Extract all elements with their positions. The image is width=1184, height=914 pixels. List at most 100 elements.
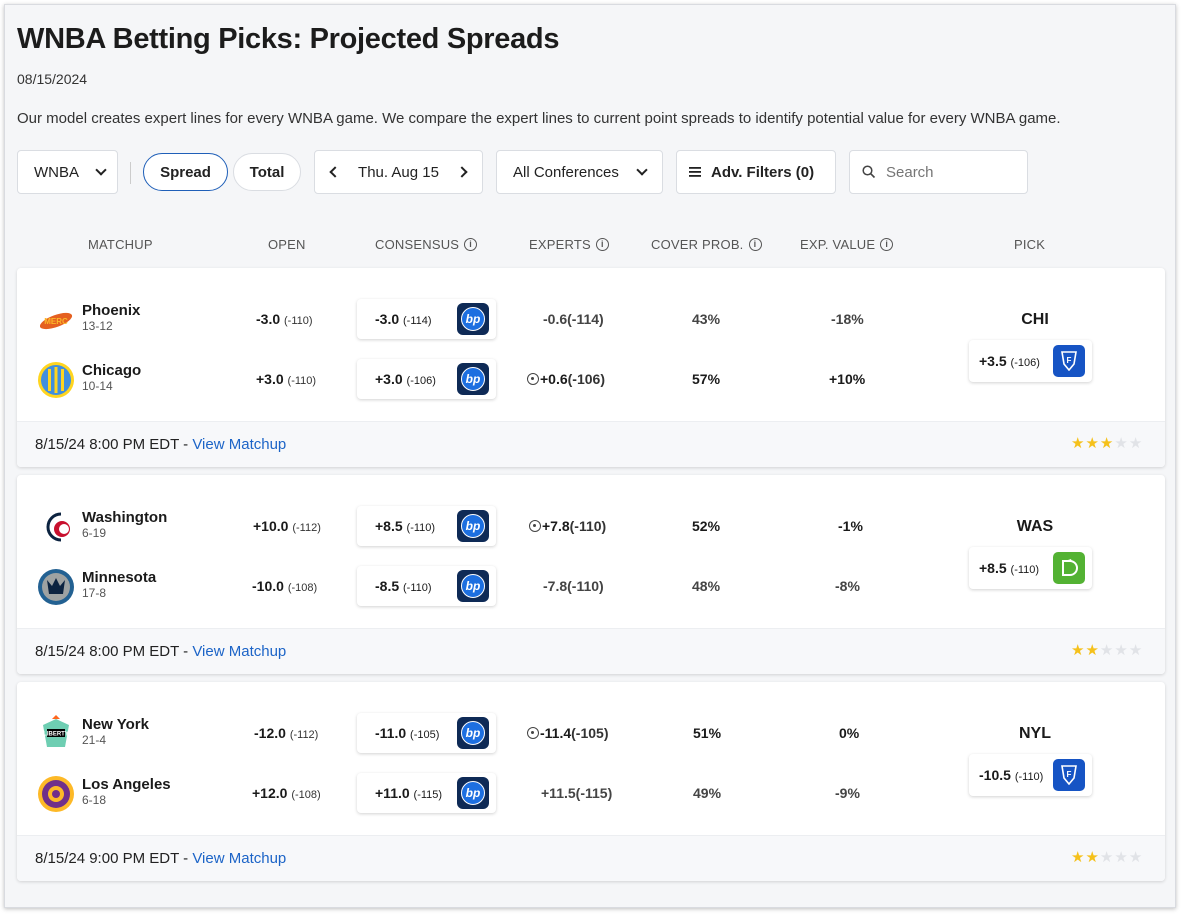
- game-time: 8/15/24 8:00 PM EDT - View Matchup: [35, 436, 286, 453]
- consensus-box[interactable]: -11.0 (-105) bp: [357, 713, 496, 753]
- open-line: -10.0 (-108): [252, 578, 317, 594]
- consensus-box[interactable]: -8.5 (-110) bp: [357, 566, 496, 606]
- search-icon: [862, 165, 876, 179]
- experts-odds: (-105): [571, 725, 609, 741]
- consensus-box[interactable]: +3.0 (-106) bp: [357, 359, 496, 399]
- page-title: WNBA Betting Picks: Projected Spreads: [17, 23, 560, 55]
- team-row: MERC Phoenix 13-12 -3.0 (-110) -3.0 (-11…: [17, 298, 1165, 342]
- exp-value: -1%: [838, 518, 863, 534]
- pick-team: NYL: [1019, 725, 1051, 742]
- star-icon: ★: [1128, 435, 1143, 452]
- info-icon[interactable]: i: [880, 238, 894, 251]
- experts-odds: (-106): [567, 371, 605, 387]
- spread-toggle[interactable]: Spread: [143, 153, 228, 191]
- league-dropdown[interactable]: WNBA: [17, 150, 118, 194]
- consensus-value: +3.0: [375, 371, 403, 387]
- open-value: -3.0: [256, 311, 281, 327]
- game-card: Washington 6-19 +10.0 (-112) +8.5 (-110)…: [17, 475, 1165, 674]
- open-line: -3.0 (-110): [256, 311, 313, 327]
- team-name: Los Angeles: [82, 776, 171, 793]
- consensus-box[interactable]: +8.5 (-110) bp: [357, 506, 496, 546]
- open-line: +10.0 (-112): [253, 518, 321, 534]
- consensus-box[interactable]: +11.0 (-115) bp: [357, 773, 496, 813]
- info-icon[interactable]: i: [595, 238, 609, 251]
- star-icon: ★: [1099, 849, 1114, 866]
- info-icon[interactable]: i: [748, 238, 762, 251]
- team-name: Washington: [82, 509, 168, 526]
- toolbar-divider: [130, 162, 131, 184]
- consensus-odds: (-110): [403, 582, 432, 594]
- conferences-dropdown[interactable]: All Conferences: [496, 150, 663, 194]
- search-box[interactable]: [849, 150, 1028, 194]
- open-value: -12.0: [254, 725, 286, 741]
- conferences-label: All Conferences: [513, 163, 619, 181]
- team-record: 17-8: [82, 586, 107, 600]
- team-record: 6-19: [82, 526, 107, 540]
- game-footer: 8/15/24 8:00 PM EDT - View Matchup ★ ★ ★ ★ ★: [17, 421, 1165, 467]
- pick-box[interactable]: +3.5 (-106) F: [969, 340, 1092, 382]
- consensus-line: +8.5 (-110): [375, 518, 435, 534]
- consensus-value: -8.5: [375, 578, 400, 594]
- team-name: Minnesota: [82, 569, 157, 586]
- star-icon: ★: [1099, 642, 1114, 659]
- time-separator: -: [183, 436, 189, 453]
- pick-team: WAS: [1016, 518, 1054, 535]
- time-separator: -: [183, 850, 189, 867]
- pick-line: +8.5 (-110): [979, 560, 1039, 576]
- team-record: 10-14: [82, 379, 113, 393]
- pick-odds: (-110): [1010, 564, 1040, 576]
- experts-value: +7.8: [542, 518, 570, 534]
- open-value: -10.0: [252, 578, 284, 594]
- experts-odds: (-110): [569, 518, 607, 534]
- svg-text:LIBERTY: LIBERTY: [43, 732, 69, 738]
- col-open: OPEN: [268, 237, 306, 252]
- rating-stars: ★ ★ ★ ★ ★: [1071, 436, 1142, 451]
- star-icon: ★: [1114, 849, 1128, 866]
- exp-value: -9%: [835, 785, 860, 801]
- date-picker[interactable]: Thu. Aug 15: [314, 150, 483, 194]
- open-value: +12.0: [252, 785, 288, 801]
- chevron-right-icon[interactable]: [456, 166, 468, 178]
- exp-value: 0%: [839, 725, 860, 741]
- star-icon: ★: [1099, 435, 1114, 452]
- search-input[interactable]: [886, 163, 1016, 181]
- open-line: +3.0 (-110): [256, 371, 316, 387]
- game-card: MERC Phoenix 13-12 -3.0 (-110) -3.0 (-11…: [17, 268, 1165, 467]
- star-icon: ★: [1071, 642, 1085, 659]
- pick-box[interactable]: +8.5 (-110): [969, 547, 1092, 589]
- consensus-odds: (-110): [406, 522, 436, 534]
- col-experts: EXPERTS i: [529, 237, 609, 252]
- fanduel-icon: F: [1053, 759, 1085, 791]
- experts-odds: (-115): [575, 785, 613, 801]
- info-icon[interactable]: i: [464, 238, 478, 251]
- view-matchup-link[interactable]: View Matchup: [192, 436, 286, 453]
- star-icon: ★: [1114, 435, 1128, 452]
- col-experts-label: EXPERTS: [529, 237, 591, 252]
- team-name: New York: [82, 716, 149, 733]
- svg-text:F: F: [1067, 356, 1072, 365]
- view-matchup-link[interactable]: View Matchup: [192, 850, 286, 867]
- cover-prob: 49%: [693, 785, 722, 801]
- view-matchup-link[interactable]: View Matchup: [192, 643, 286, 660]
- chevron-left-icon[interactable]: [329, 166, 341, 178]
- phoenix-mercury-logo-icon: MERC: [39, 312, 73, 330]
- time-separator: -: [183, 643, 189, 660]
- col-exp-value-label: EXP. VALUE: [800, 237, 876, 252]
- cover-prob: 51%: [693, 725, 722, 741]
- game-time-text: 8/15/24 9:00 PM EDT: [35, 850, 179, 867]
- betprofit-icon: bp: [457, 510, 489, 542]
- pick-odds: (-110): [1014, 771, 1044, 783]
- team-record: 21-4: [82, 733, 107, 747]
- date-picker-label: Thu. Aug 15: [358, 163, 439, 181]
- total-toggle[interactable]: Total: [233, 153, 301, 191]
- experts-line: +7.8(-110): [529, 518, 606, 534]
- consensus-box[interactable]: -3.0 (-114) bp: [357, 299, 496, 339]
- betprofit-icon: bp: [457, 717, 489, 749]
- consensus-line: -11.0 (-105): [375, 725, 439, 741]
- advanced-filters-button[interactable]: Adv. Filters (0): [676, 150, 836, 194]
- pick-box[interactable]: -10.5 (-110) F: [969, 754, 1092, 796]
- game-footer: 8/15/24 9:00 PM EDT - View Matchup ★ ★ ★ ★ ★: [17, 835, 1165, 881]
- experts-line: +11.5(-115): [541, 785, 612, 801]
- game-footer: 8/15/24 8:00 PM EDT - View Matchup ★ ★ ★ ★ ★: [17, 628, 1165, 674]
- star-icon: ★: [1114, 642, 1128, 659]
